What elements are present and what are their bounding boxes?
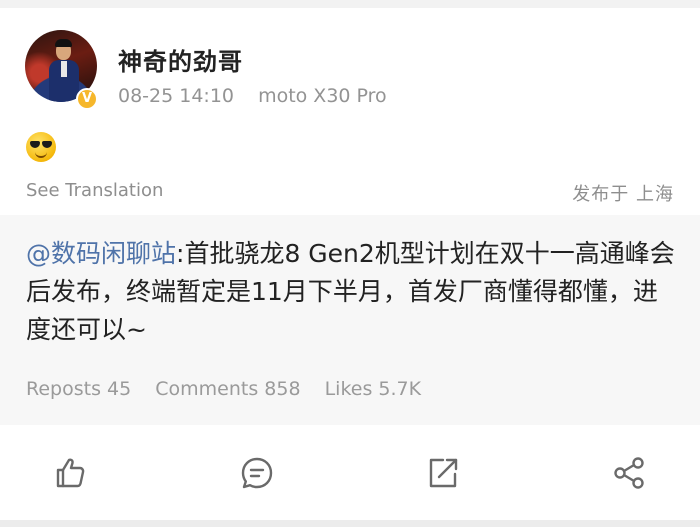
post-meta: 08-25 14:10 moto X30 Pro <box>118 85 387 107</box>
like-button[interactable] <box>52 455 88 491</box>
repost-card[interactable]: @数码闲聊站:首批骁龙8 Gen2机型计划在双十一高通峰会后发布，终端暂定是11… <box>0 215 700 425</box>
comment-button[interactable] <box>239 455 275 491</box>
comment-icon <box>241 457 273 489</box>
post-card: V 神奇的劲哥 08-25 14:10 moto X30 Pro See Tra… <box>0 8 700 215</box>
reposts-count[interactable]: Reposts 45 <box>26 378 131 400</box>
comments-count[interactable]: Comments 858 <box>155 378 300 400</box>
sunglasses-emoji-icon <box>26 132 56 162</box>
avatar-figure-shirt <box>61 61 67 77</box>
username[interactable]: 神奇的劲哥 <box>118 42 243 77</box>
see-translation-link[interactable]: See Translation <box>26 180 163 201</box>
verified-badge-icon: V <box>76 88 98 110</box>
action-bar <box>0 425 700 520</box>
like-icon <box>56 458 85 488</box>
repost-icon <box>429 458 458 488</box>
top-divider <box>0 0 700 8</box>
post-device: moto X30 Pro <box>258 85 387 107</box>
post-timestamp: 08-25 14:10 <box>118 85 235 107</box>
repost-button[interactable] <box>425 455 461 491</box>
post-location: 发布于 上海 <box>572 184 674 205</box>
likes-count[interactable]: Likes 5.7K <box>325 378 422 400</box>
repost-content: @数码闲聊站:首批骁龙8 Gen2机型计划在双十一高通峰会后发布，终端暂定是11… <box>26 235 676 349</box>
repost-stats: Reposts 45 Comments 858 Likes 5.7K <box>26 378 439 400</box>
avatar-figure-hair <box>55 39 72 47</box>
share-icon <box>614 457 644 489</box>
bottom-divider <box>0 520 700 527</box>
repost-mention-link[interactable]: @数码闲聊站 <box>26 239 176 268</box>
share-button[interactable] <box>611 455 647 491</box>
